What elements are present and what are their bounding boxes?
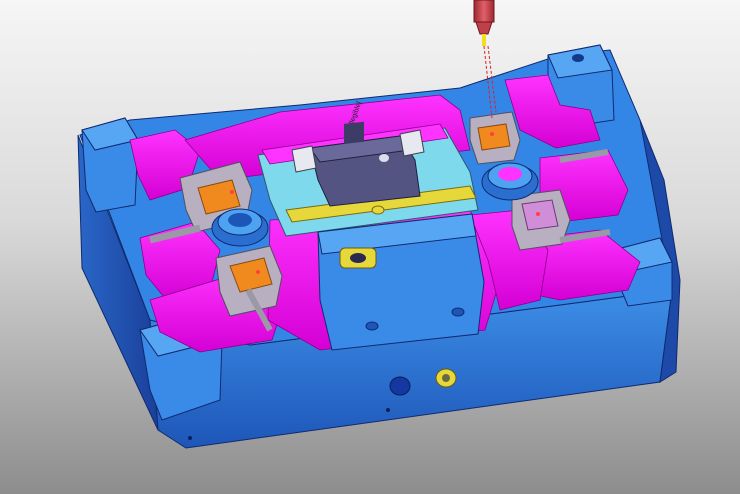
center-pocket-block[interactable] xyxy=(317,213,485,351)
boss-right-top xyxy=(498,167,522,181)
tool-taper xyxy=(475,21,493,35)
pocket-bolt-right xyxy=(451,307,465,317)
port-blue xyxy=(389,376,411,396)
core-slot xyxy=(344,121,364,144)
tool-holder xyxy=(473,0,495,23)
insert-clip-left xyxy=(291,145,317,173)
corner-block-back-left[interactable] xyxy=(81,117,139,213)
core-hole xyxy=(379,154,389,162)
pocket-hole xyxy=(350,253,366,263)
slider-right-back[interactable] xyxy=(469,111,521,165)
mold-base-model[interactable]: [illegible] xyxy=(0,0,740,494)
slider-left-front[interactable] xyxy=(215,245,283,317)
pocket-bolt-left xyxy=(365,321,379,331)
bolt-hole xyxy=(572,54,584,62)
3d-viewport[interactable]: [illegible] xyxy=(0,0,740,494)
insert-pin xyxy=(371,205,385,215)
insert-clip-right xyxy=(399,129,425,157)
